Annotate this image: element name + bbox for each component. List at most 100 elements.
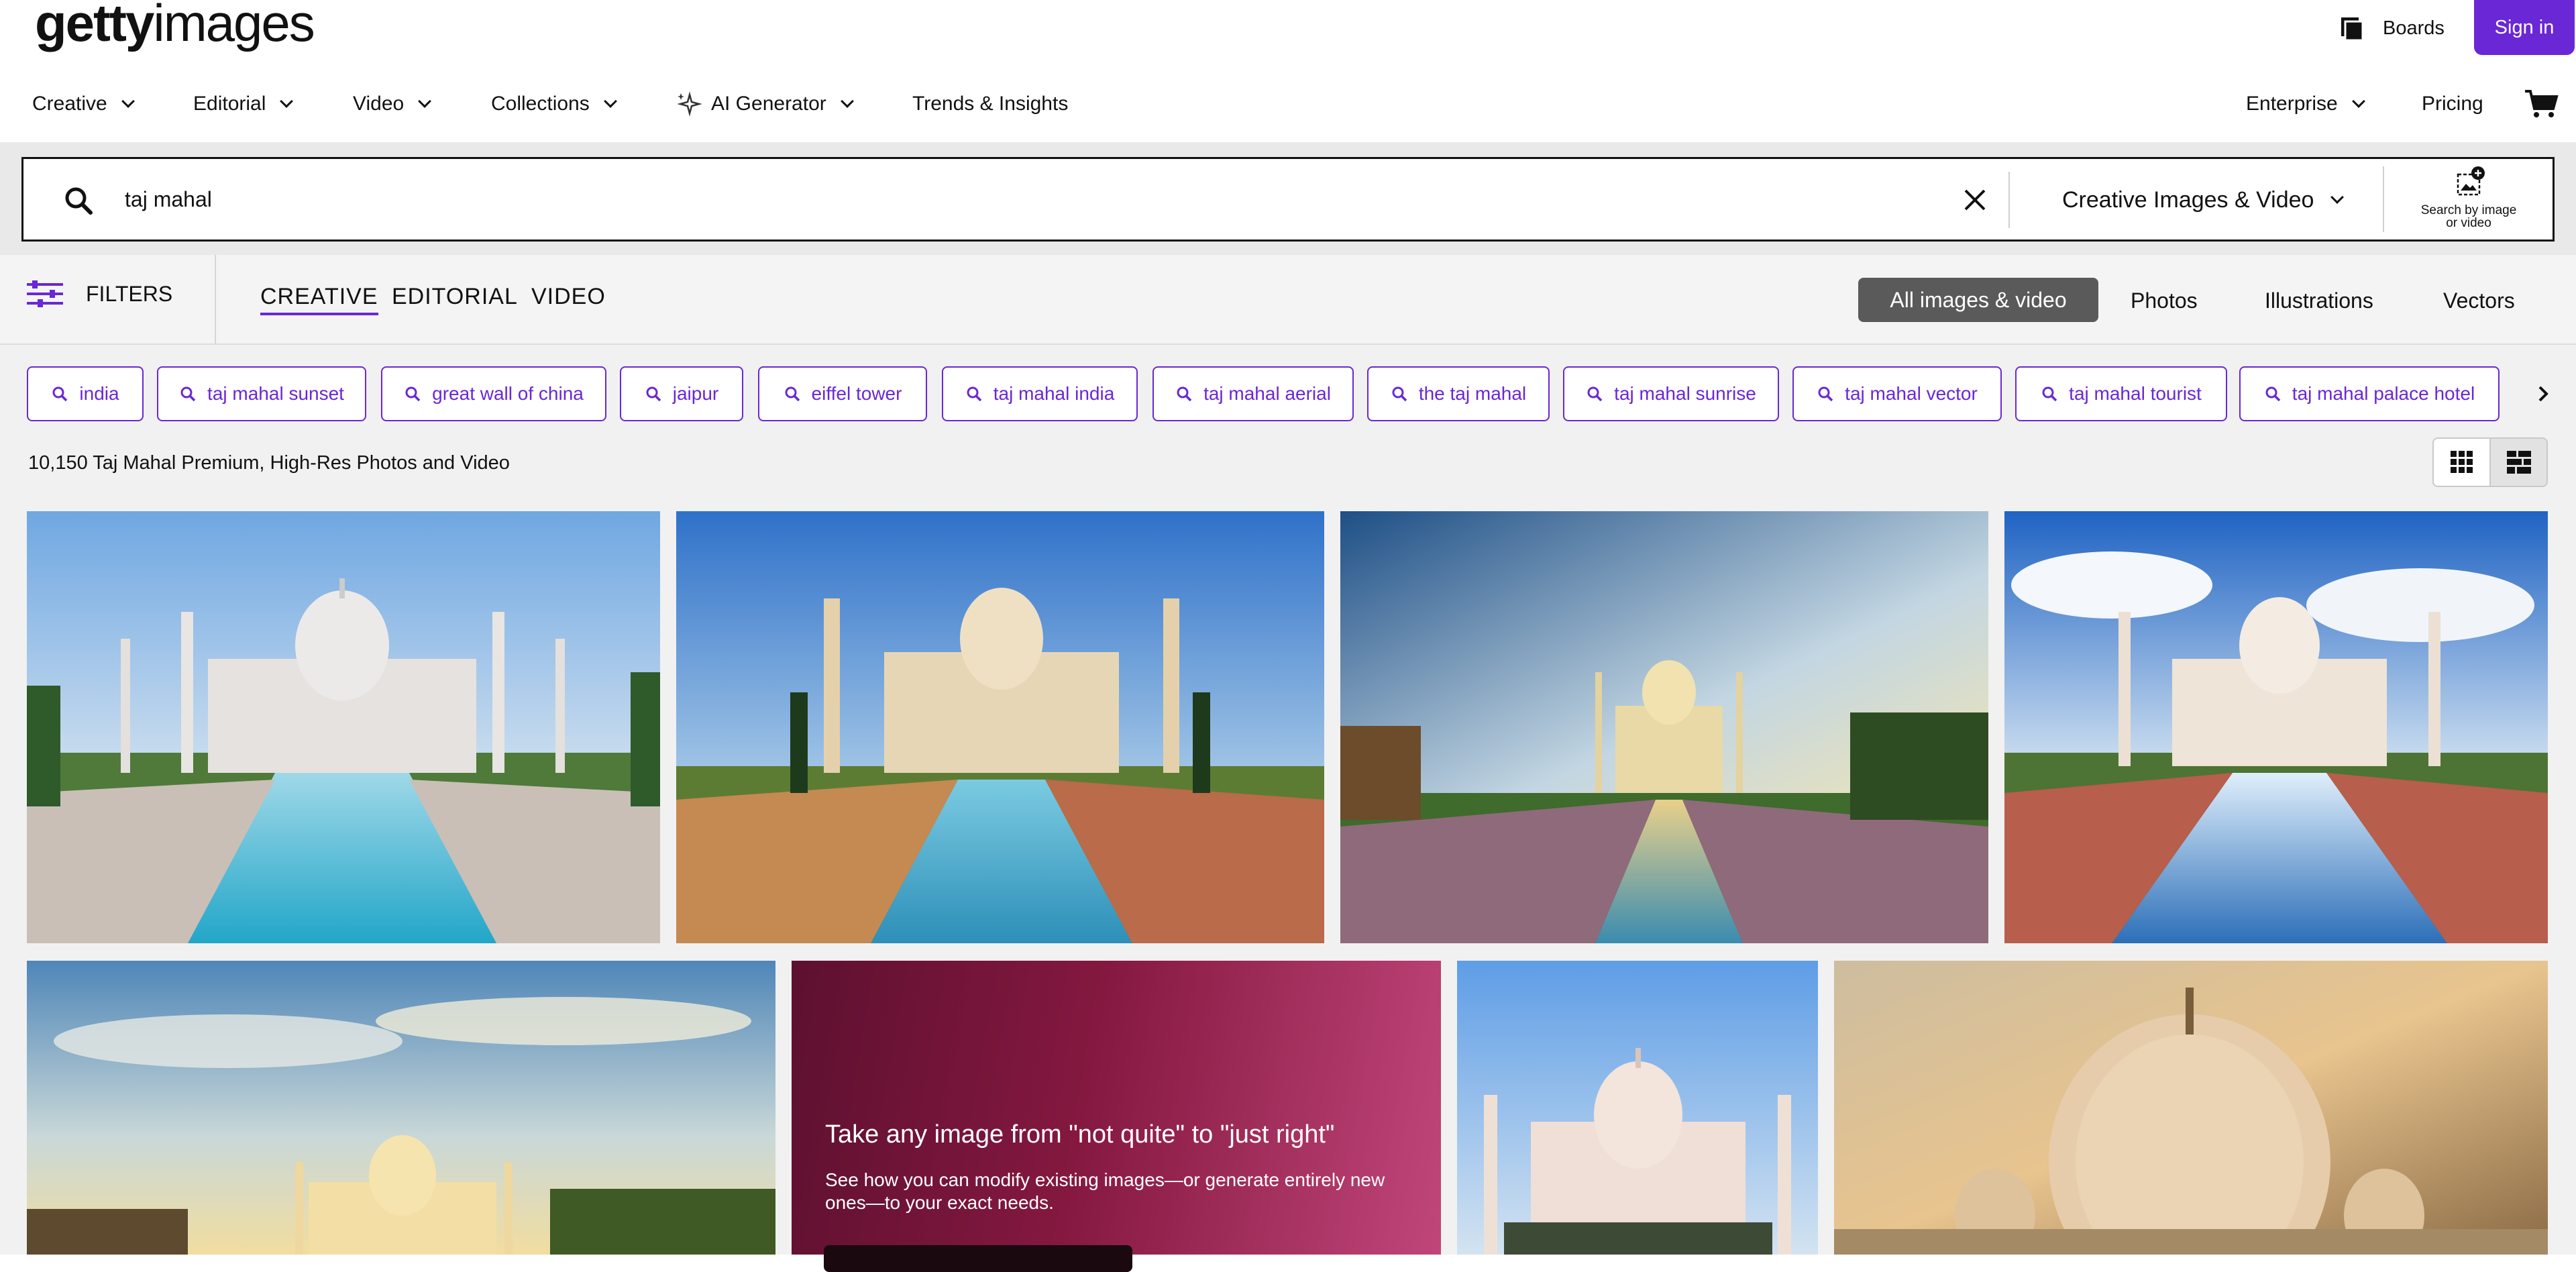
boards-link[interactable]: Boards	[2339, 12, 2445, 44]
results-count: 10,150 Taj Mahal Premium, High-Res Photo…	[28, 452, 510, 474]
search-icon	[1587, 386, 1603, 402]
nav-creative[interactable]: Creative	[32, 81, 135, 127]
related-search-chip[interactable]: jaipur	[620, 366, 743, 421]
filters-label: FILTERS	[86, 281, 173, 306]
related-search-chip[interactable]: the taj mahal	[1367, 366, 1550, 421]
chip-label: taj mahal sunrise	[1614, 383, 1756, 404]
search-by-image-label: Search by image	[2420, 203, 2517, 217]
nav-video[interactable]: Video	[353, 81, 432, 127]
related-search-chip[interactable]: taj mahal palace hotel	[2239, 366, 2500, 421]
chip-label: taj mahal sunset	[207, 383, 344, 404]
chevron-right-icon	[2538, 386, 2548, 402]
search-by-image-label-2: or video	[2446, 216, 2491, 230]
cart-icon	[2525, 90, 2559, 117]
mosaic-view-button[interactable]	[2489, 439, 2546, 486]
view-toggle[interactable]	[2432, 437, 2548, 487]
chip-label: jaipur	[672, 383, 719, 404]
nav-enterprise-label: Enterprise	[2246, 93, 2338, 115]
result-image[interactable]	[1340, 511, 1988, 943]
chevron-down-icon	[2330, 191, 2345, 204]
search-icon	[52, 386, 68, 402]
nav-ai-generator[interactable]: AI Generator	[675, 81, 854, 127]
chevron-down-icon	[280, 95, 294, 108]
search-icon	[180, 386, 196, 402]
taj-mahal-photo	[1834, 961, 2548, 1255]
media-photos-button[interactable]: Photos	[2131, 286, 2198, 315]
related-search-chip[interactable]: taj mahal sunrise	[1563, 366, 1779, 421]
nav-collections-label: Collections	[491, 93, 590, 115]
main-nav: Creative Editorial Video Collections AI …	[0, 81, 2576, 127]
media-vectors-button[interactable]: Vectors	[2443, 286, 2515, 315]
chevron-down-icon	[418, 95, 432, 108]
filter-divider	[215, 255, 216, 345]
chip-label: taj mahal palace hotel	[2292, 383, 2475, 404]
result-image[interactable]	[676, 511, 1324, 943]
search-icon	[967, 386, 981, 402]
search-by-image-button[interactable]: Search by image or video	[2408, 165, 2529, 232]
result-image[interactable]	[1457, 961, 1818, 1255]
filters-button[interactable]: FILTERS	[25, 279, 172, 309]
nav-enterprise[interactable]: Enterprise	[2246, 81, 2365, 127]
related-search-chip[interactable]: india	[27, 366, 144, 421]
related-search-chip[interactable]: taj mahal vector	[1792, 366, 2002, 421]
nav-trends-label: Trends & Insights	[912, 93, 1069, 115]
search-icon	[405, 386, 421, 402]
search-input[interactable]: taj mahal	[125, 184, 212, 215]
related-search-chip[interactable]: taj mahal sunset	[157, 366, 366, 421]
result-image[interactable]	[2004, 511, 2548, 943]
related-search-chip[interactable]: eiffel tower	[758, 366, 927, 421]
getty-images-logo[interactable]: gettyimages	[35, 0, 315, 52]
chip-label: the taj mahal	[1418, 383, 1527, 404]
nav-ai-generator-label: AI Generator	[711, 93, 826, 115]
chip-label: taj mahal tourist	[2069, 383, 2202, 404]
taj-mahal-photo	[1457, 961, 1818, 1255]
nav-editorial-label: Editorial	[193, 93, 266, 115]
sliders-icon	[27, 280, 63, 307]
search-icon	[2265, 386, 2281, 402]
logo-light-text: images	[153, 0, 315, 52]
nav-video-label: Video	[353, 93, 405, 115]
taj-mahal-photo	[27, 961, 775, 1255]
chip-label: great wall of china	[432, 383, 584, 404]
chevron-down-icon	[121, 95, 135, 108]
related-search-chip[interactable]: taj mahal tourist	[2015, 366, 2227, 421]
tab-editorial[interactable]: EDITORIAL	[392, 280, 518, 313]
related-search-chip[interactable]: great wall of china	[381, 366, 606, 421]
chips-scroll-right-button[interactable]	[2510, 366, 2576, 421]
search-icon	[1177, 386, 1192, 402]
nav-creative-label: Creative	[32, 93, 107, 115]
tab-video[interactable]: VIDEO	[531, 280, 606, 313]
sign-in-button[interactable]: Sign in	[2474, 0, 2575, 55]
cart-button[interactable]	[2524, 81, 2559, 127]
chip-label: taj mahal vector	[1845, 383, 1978, 404]
result-image[interactable]	[1834, 961, 2548, 1255]
logo-bold-text: getty	[35, 0, 154, 52]
search-icon	[785, 386, 800, 402]
media-illustrations-button[interactable]: Illustrations	[2265, 286, 2373, 315]
search-icon[interactable]	[63, 185, 94, 216]
chip-label: taj mahal india	[993, 383, 1115, 404]
media-all-button[interactable]: All images & video	[1858, 278, 2098, 322]
chevron-down-icon	[840, 95, 854, 108]
nav-pricing[interactable]: Pricing	[2422, 81, 2483, 127]
mosaic-icon	[2506, 451, 2531, 474]
search-scope-label: Creative Images & Video	[2062, 187, 2314, 213]
nav-trends[interactable]: Trends & Insights	[912, 81, 1068, 127]
sparkle-icon	[677, 91, 702, 117]
nav-collections[interactable]: Collections	[491, 81, 617, 127]
chip-label: taj mahal aerial	[1203, 383, 1331, 404]
taj-mahal-photo	[27, 511, 660, 943]
search-scope-select[interactable]: Creative Images & Video	[2062, 185, 2345, 215]
grid-view-button[interactable]	[2434, 439, 2489, 486]
nav-editorial[interactable]: Editorial	[193, 81, 294, 127]
related-search-chip[interactable]: taj mahal aerial	[1152, 366, 1354, 421]
nav-pricing-label: Pricing	[2422, 93, 2483, 115]
chevron-down-icon	[2351, 95, 2365, 108]
result-image[interactable]	[27, 961, 775, 1255]
tab-creative[interactable]: CREATIVE	[260, 280, 378, 315]
ai-promo-card[interactable]: Take any image from "not quite" to "just…	[792, 961, 1441, 1272]
close-icon[interactable]	[1959, 184, 1991, 216]
related-search-chip[interactable]: taj mahal india	[942, 366, 1138, 421]
promo-cta-button[interactable]	[824, 1245, 1132, 1272]
result-image[interactable]	[27, 511, 660, 943]
